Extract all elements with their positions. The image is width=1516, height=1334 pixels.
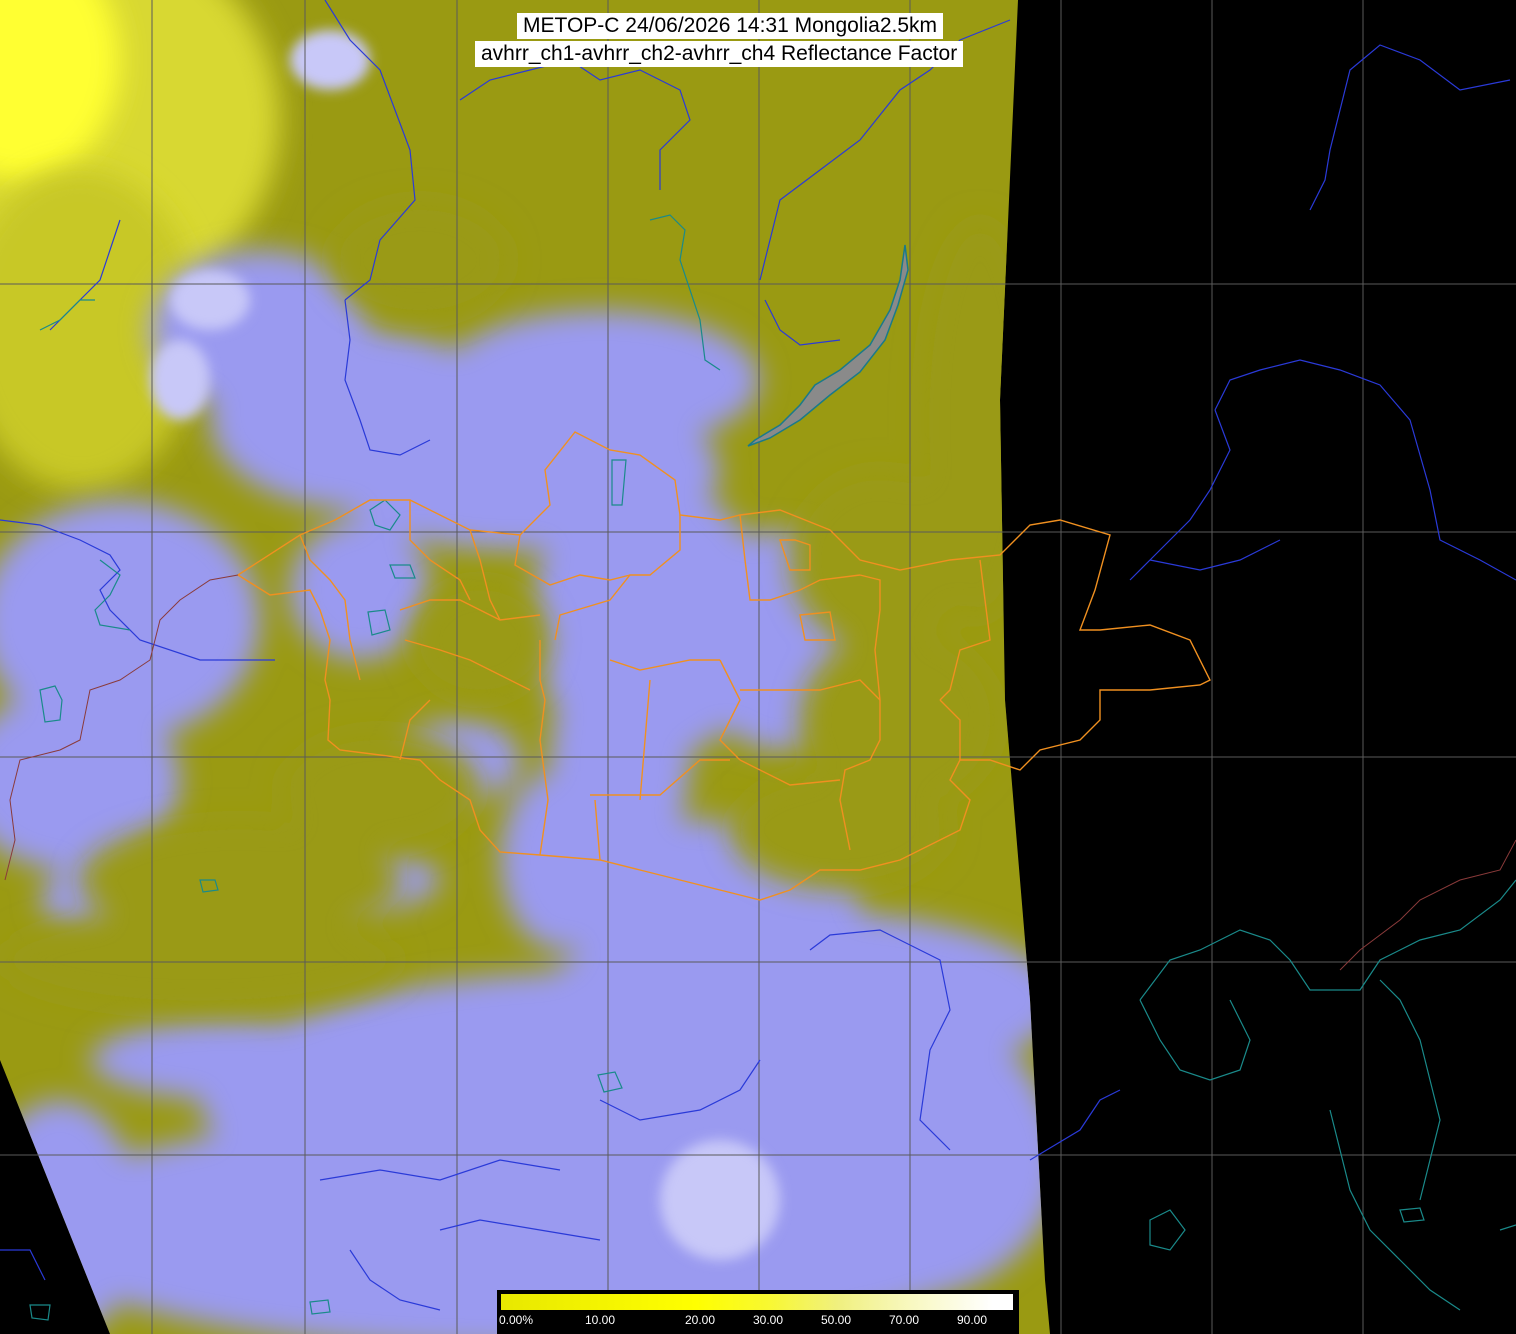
- colorbar-label: 10.00: [585, 1313, 616, 1327]
- colorbar-label: 70.00: [889, 1313, 920, 1327]
- satellite-swath: [0, 0, 1050, 1334]
- colorbar-label: 90.00: [957, 1313, 988, 1327]
- colorbar-label: 30.00: [753, 1313, 784, 1327]
- colorbar-gradient: [501, 1294, 1013, 1310]
- colorbar: 0.00% 10.00 20.00 30.00 50.00 70.00 90.0…: [497, 1290, 1019, 1334]
- image-subtitle: avhrr_ch1-avhrr_ch2-avhrr_ch4 Reflectanc…: [475, 41, 964, 67]
- image-title: METOP-C 24/06/2026 14:31 Mongolia2.5km: [517, 13, 944, 39]
- satellite-map: [0, 0, 1516, 1334]
- satellite-image-viewer: METOP-C 24/06/2026 14:31 Mongolia2.5km a…: [0, 0, 1516, 1334]
- colorbar-label: 0.00%: [499, 1313, 534, 1327]
- colorbar-label: 50.00: [821, 1313, 852, 1327]
- colorbar-label: 20.00: [685, 1313, 716, 1327]
